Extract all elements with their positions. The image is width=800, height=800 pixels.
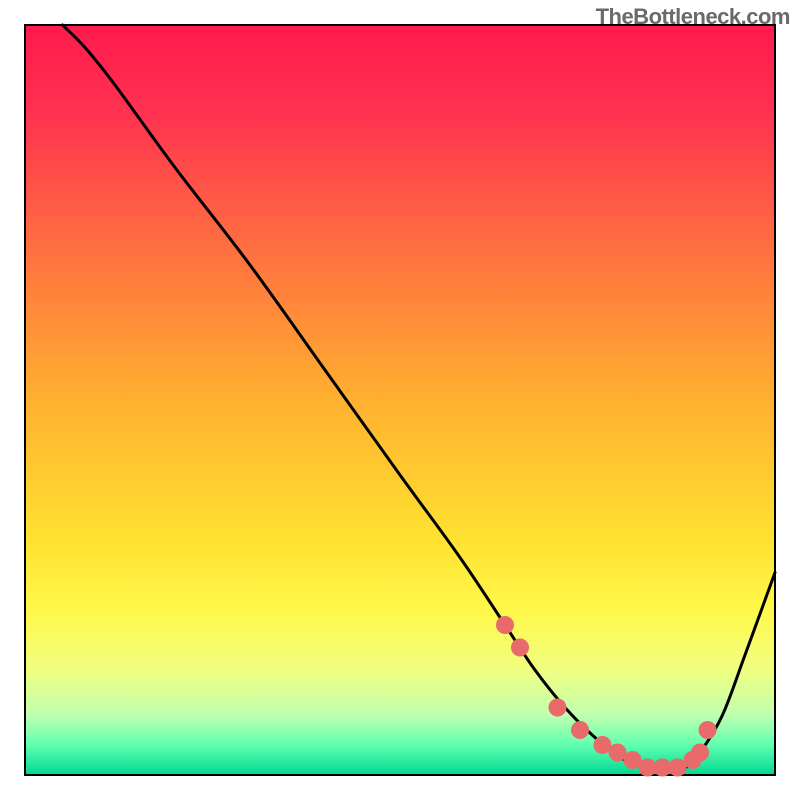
marker-point bbox=[496, 616, 514, 634]
marker-point bbox=[571, 721, 589, 739]
marker-point bbox=[699, 721, 717, 739]
watermark-text: TheBottleneck.com bbox=[596, 4, 790, 30]
chart-container: TheBottleneck.com bbox=[0, 0, 800, 800]
bottleneck-chart bbox=[0, 0, 800, 800]
marker-point bbox=[691, 744, 709, 762]
marker-point bbox=[549, 699, 567, 717]
gradient-background bbox=[25, 25, 775, 775]
marker-point bbox=[511, 639, 529, 657]
